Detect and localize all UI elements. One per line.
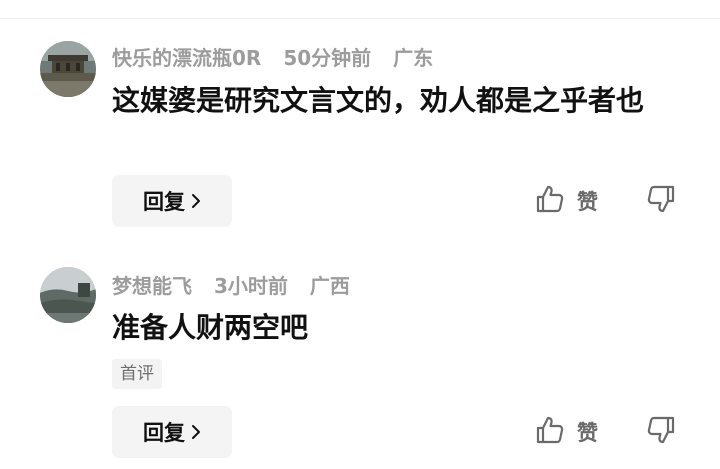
comment-text: 这媒婆是研究文言文的，劝人都是之乎者也: [112, 84, 645, 117]
thumbs-up-icon: [535, 184, 565, 219]
chevron-right-icon: [191, 193, 201, 209]
dislike-button[interactable]: [644, 184, 678, 218]
thumbs-down-icon: [646, 415, 676, 449]
comment-meta: 快乐的漂流瓶0R 50分钟前 广东: [112, 41, 455, 71]
username[interactable]: 梦想能飞: [112, 270, 192, 299]
dislike-button[interactable]: [644, 415, 678, 449]
first-comment-badge: 首评: [112, 359, 162, 389]
comment-item: 梦想能飞 3小时前 广西 准备人财两空吧 首评 回复 赞: [0, 240, 720, 469]
timestamp: 3小时前: [214, 273, 288, 298]
timestamp: 50分钟前: [283, 45, 372, 70]
chevron-right-icon: [191, 424, 201, 440]
comment-meta: 梦想能飞 3小时前 广西: [112, 269, 372, 299]
comment-text: 准备人财两空吧: [112, 311, 309, 344]
reply-label: 回复: [143, 421, 185, 445]
reply-label: 回复: [143, 190, 185, 214]
reply-button[interactable]: 回复: [112, 175, 232, 227]
like-button[interactable]: 赞: [535, 415, 598, 449]
thumbs-up-icon: [535, 415, 565, 450]
location: 广东: [393, 45, 434, 70]
reply-button[interactable]: 回复: [112, 406, 232, 458]
avatar[interactable]: [40, 267, 96, 323]
like-label: 赞: [577, 190, 598, 214]
like-button[interactable]: 赞: [535, 184, 598, 218]
username[interactable]: 快乐的漂流瓶0R: [112, 42, 261, 71]
thumbs-down-icon: [646, 184, 676, 218]
location: 广西: [309, 273, 350, 298]
comment-item: 快乐的漂流瓶0R 50分钟前 广东 这媒婆是研究文言文的，劝人都是之乎者也 回复…: [0, 0, 720, 240]
avatar[interactable]: [40, 41, 96, 97]
like-label: 赞: [577, 421, 598, 445]
